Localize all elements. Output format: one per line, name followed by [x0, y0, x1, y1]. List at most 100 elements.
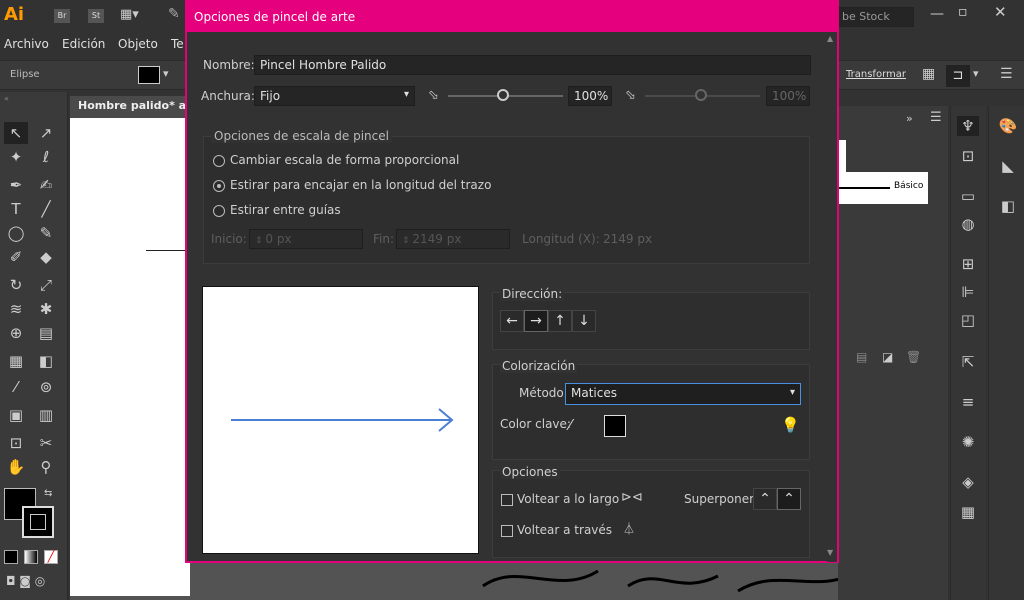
width-select[interactable]: Fijo ▾: [254, 86, 415, 106]
pen-tool-icon[interactable]: ✒: [4, 174, 28, 196]
chevron-down-icon[interactable]: ▾: [163, 67, 169, 80]
pathfinder-panel-icon[interactable]: ◰: [957, 310, 979, 330]
direction-right-button[interactable]: →: [524, 310, 548, 332]
pathfinder-icon[interactable]: ⊞: [957, 254, 979, 274]
direction-down-button[interactable]: ↓: [572, 310, 596, 332]
column-graph-icon[interactable]: ▥: [34, 404, 58, 426]
mesh-tool-icon[interactable]: ▦: [4, 350, 28, 372]
key-color-swatch[interactable]: [604, 415, 626, 437]
gradient-tool-icon[interactable]: ◧: [34, 350, 58, 372]
menu-edicion[interactable]: Edición: [62, 37, 105, 51]
stock-icon[interactable]: St: [88, 9, 104, 23]
transform-panel-icon[interactable]: ⊡: [957, 146, 979, 166]
direction-up-button[interactable]: ↑: [548, 310, 572, 332]
menu-archivo[interactable]: Archivo: [4, 37, 49, 51]
stretch-to-fit-label[interactable]: Estirar para encajar en la longitud del …: [230, 178, 491, 192]
ellipse-tool-icon[interactable]: ◯: [4, 222, 28, 244]
swap-colors-icon[interactable]: ⇆: [44, 488, 52, 499]
fill-swatch[interactable]: [138, 66, 160, 84]
magic-wand-icon[interactable]: ✦: [4, 146, 28, 168]
direct-selection-tool-icon[interactable]: ↗: [34, 122, 58, 144]
scale-tool-icon[interactable]: ⤢: [34, 274, 58, 296]
menu-objeto[interactable]: Objeto: [118, 37, 158, 51]
color-mode-icon[interactable]: [4, 550, 18, 564]
none-mode-icon[interactable]: ╱: [44, 550, 58, 564]
stretch-to-fit-radio[interactable]: [213, 180, 225, 192]
symbol-sprayer-icon[interactable]: ▣: [4, 404, 28, 426]
stroke-color-swatch[interactable]: [22, 506, 54, 538]
method-select[interactable]: Matices ▾: [565, 383, 801, 405]
zoom-tool-icon[interactable]: ⚲: [34, 456, 58, 478]
maximize-icon[interactable]: ▫: [958, 4, 968, 20]
flip-along-checkbox[interactable]: [501, 494, 513, 506]
tips-lightbulb-icon[interactable]: 💡: [781, 416, 800, 434]
transparency-panel-icon[interactable]: ◍: [957, 214, 979, 234]
artboards-icon[interactable]: ▦: [957, 502, 979, 522]
transform-link[interactable]: Transformar: [846, 69, 906, 80]
export-icon[interactable]: ⇱: [957, 352, 979, 372]
width-percent-input[interactable]: 100%: [568, 86, 612, 106]
brush-panel-icon[interactable]: ♆: [957, 116, 979, 136]
draw-mode-icon[interactable]: ◘ ◙ ◎: [6, 574, 45, 588]
brush-name-input[interactable]: Pincel Hombre Palido: [254, 55, 811, 75]
delete-brush-icon[interactable]: 🗑: [906, 350, 921, 364]
rotate-tool-icon[interactable]: ↻: [4, 274, 28, 296]
panel-menu-icon[interactable]: ☰: [930, 110, 942, 125]
scroll-up-icon[interactable]: ▲: [827, 34, 833, 43]
document-tab[interactable]: Hombre palido* al 33: [70, 96, 190, 118]
scale-proportional-label[interactable]: Cambiar escala de forma proporcional: [230, 153, 459, 167]
type-tool-icon[interactable]: T: [4, 198, 28, 220]
bridge-icon[interactable]: Br: [54, 9, 70, 23]
close-icon[interactable]: ✕: [994, 3, 1007, 21]
scroll-down-icon[interactable]: ▼: [827, 548, 833, 557]
arrange-icon[interactable]: ⊐: [946, 65, 970, 87]
menu-icon[interactable]: ☰: [1000, 66, 1013, 82]
libraries-icon[interactable]: ◧: [997, 196, 1019, 216]
minimize-icon[interactable]: —: [930, 6, 944, 22]
properties-icon[interactable]: ≡: [957, 392, 979, 412]
brush-library-icon[interactable]: ▤: [856, 350, 867, 364]
dialog-scrollbar[interactable]: ▲ ▼: [827, 32, 837, 562]
collapse-icon[interactable]: «: [4, 94, 9, 103]
align-panel-icon[interactable]: ⊫: [957, 282, 979, 302]
flip-along-label[interactable]: Voltear a lo largo: [517, 492, 619, 506]
slice-tool-icon[interactable]: ✂: [34, 432, 58, 454]
eyedropper-icon[interactable]: ⁄: [569, 416, 572, 434]
panel-expand-icon[interactable]: »: [906, 112, 913, 125]
gradient-mode-icon[interactable]: [24, 550, 38, 564]
width-slider-thumb[interactable]: [497, 89, 509, 101]
perspective-grid-icon[interactable]: ▤: [34, 322, 58, 344]
chevron-down-icon[interactable]: ▾: [973, 67, 979, 80]
stroke-panel-icon[interactable]: ▭: [957, 186, 979, 206]
stock-search-input[interactable]: be Stock: [836, 7, 914, 27]
paintbrush-icon[interactable]: ✎: [34, 222, 58, 244]
blend-tool-icon[interactable]: ⊚: [34, 376, 58, 398]
new-brush-icon[interactable]: ◪: [882, 350, 893, 364]
workspace-layout-icon[interactable]: ▦▾: [120, 7, 139, 22]
basic-brush-row[interactable]: Básico: [838, 172, 928, 204]
overlap-adjust-button[interactable]: ⌃: [753, 488, 777, 510]
flip-across-label[interactable]: Voltear a través: [517, 523, 612, 537]
brush-thumbnail[interactable]: [838, 140, 846, 172]
gradient-panel-icon[interactable]: ◣: [997, 156, 1019, 176]
align-grid-icon[interactable]: ▦: [922, 66, 935, 82]
selection-tool-icon[interactable]: ↖: [4, 122, 28, 144]
appearance-icon[interactable]: ✺: [957, 432, 979, 452]
direction-left-button[interactable]: ←: [500, 310, 524, 332]
scale-proportional-radio[interactable]: [213, 155, 225, 167]
menu-texto[interactable]: Te: [171, 37, 184, 51]
puppet-warp-icon[interactable]: ✱: [34, 298, 58, 320]
layers-icon[interactable]: ◈: [957, 472, 979, 492]
stretch-between-guides-label[interactable]: Estirar entre guías: [230, 203, 341, 217]
curvature-tool-icon[interactable]: ✍: [34, 174, 58, 196]
shaper-tool-icon[interactable]: ✐: [4, 246, 28, 268]
line-tool-icon[interactable]: ╱: [34, 198, 58, 220]
overlap-no-adjust-button[interactable]: ⌃: [777, 488, 801, 510]
lasso-icon[interactable]: ℓ: [34, 146, 58, 168]
flip-across-checkbox[interactable]: [501, 525, 513, 537]
artboard[interactable]: [70, 118, 190, 596]
hand-tool-icon[interactable]: ✋: [4, 456, 28, 478]
eraser-icon[interactable]: ◆: [34, 246, 58, 268]
warp-tool-icon[interactable]: ≋: [4, 298, 28, 320]
color-panel-icon[interactable]: 🎨: [997, 116, 1019, 136]
